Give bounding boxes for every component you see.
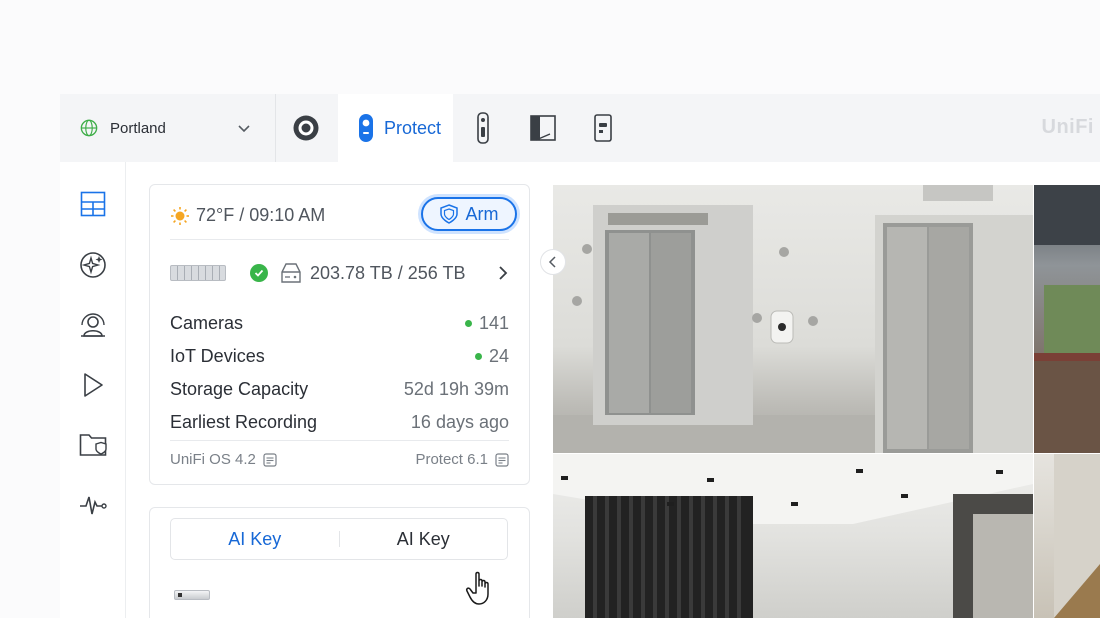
detections-icon — [81, 313, 105, 337]
stats-list: Cameras 141 IoT Devices 24 Storage Capac… — [170, 307, 509, 439]
intercom-icon — [594, 114, 612, 142]
ai-key-segmented-control: AI Key AI Key — [170, 518, 508, 560]
sun-icon — [171, 206, 189, 225]
chevron-left-icon — [548, 256, 556, 268]
camera-feed[interactable] — [1034, 454, 1100, 618]
os-version-link[interactable]: UniFi OS 4.2 — [170, 451, 277, 468]
tab-intercom[interactable] — [573, 94, 633, 162]
sidebar-item-ai[interactable] — [76, 248, 110, 282]
divider — [170, 440, 509, 441]
os-version: UniFi OS 4.2 — [170, 451, 256, 468]
release-notes-icon — [495, 452, 509, 467]
camera-image — [553, 185, 1033, 453]
doorbell-icon — [477, 112, 489, 144]
ai-key-option[interactable]: AI Key — [340, 529, 508, 550]
files-icon — [79, 434, 107, 456]
stat-value: 141 — [478, 313, 509, 333]
tab-network[interactable] — [276, 94, 336, 162]
check-icon — [250, 264, 268, 282]
storage-usage: 203.78 TB / 256 TB — [310, 262, 466, 283]
nvr-storage-row[interactable]: 203.78 TB / 256 TB — [170, 259, 509, 287]
stat-value: 24 — [488, 346, 509, 366]
camera-feed[interactable] — [1034, 185, 1100, 453]
ai-key-option[interactable]: AI Key — [171, 529, 339, 550]
hard-drive-icon — [281, 263, 301, 283]
arm-label: Arm — [465, 203, 499, 224]
stat-label: Earliest Recording — [170, 412, 318, 432]
sidebar-item-activity[interactable] — [76, 488, 110, 522]
camera-feed[interactable] — [553, 185, 1033, 453]
ai-sparkle-icon — [80, 252, 106, 278]
stat-label: Storage Capacity — [170, 379, 309, 399]
shield-icon — [439, 204, 458, 224]
online-dot — [464, 320, 472, 327]
app-version-link[interactable]: Protect 6.1 — [415, 451, 509, 468]
camera-feed[interactable] — [553, 454, 1033, 618]
globe-icon — [80, 119, 98, 137]
protect-camera-icon — [359, 114, 373, 142]
site-selector[interactable]: Portland — [60, 94, 276, 162]
stat-value: 52d 19h 39m — [403, 379, 509, 399]
camera-image — [1054, 454, 1100, 618]
hand-cursor-icon — [466, 571, 489, 605]
weather-readout: 72°F / 09:10 AM — [170, 205, 325, 226]
chevron-down-icon — [238, 125, 250, 133]
online-dot — [474, 353, 482, 360]
unifi-logo: UniFi — [1041, 116, 1094, 138]
sidebar-item-playback[interactable] — [76, 368, 110, 402]
playback-icon — [84, 373, 103, 397]
status-card: 72°F / 09:10 AM Arm 203.78 TB / 256 TB C… — [149, 184, 530, 485]
activity-icon — [80, 496, 107, 515]
stat-row-earliest-recording: Earliest Recording 16 days ago — [170, 406, 509, 439]
tab-protect[interactable]: Protect — [338, 94, 454, 162]
access-icon — [530, 115, 556, 141]
sidebar-item-dashboard[interactable] — [76, 187, 110, 221]
stat-label: IoT Devices — [170, 346, 265, 366]
chevron-right-icon — [499, 266, 508, 280]
app-window: Portland Protect UniFi 72°F / 09:10 AM A… — [60, 94, 1100, 618]
ai-key-device-icon — [174, 590, 210, 600]
arm-button[interactable]: Arm — [421, 197, 517, 231]
sidebar-item-files[interactable] — [76, 428, 110, 462]
stat-row-iot: IoT Devices 24 — [170, 340, 509, 373]
divider — [170, 239, 509, 240]
tab-protect-label: Protect — [384, 117, 442, 138]
app-version: Protect 6.1 — [415, 451, 488, 468]
stat-label: Cameras — [170, 313, 244, 333]
sidebar — [60, 162, 126, 618]
dashboard-icon — [80, 191, 106, 217]
weather-text: 72°F / 09:10 AM — [196, 205, 326, 225]
network-icon — [293, 115, 319, 141]
stat-value: 16 days ago — [410, 412, 509, 432]
stat-row-cameras: Cameras 141 — [170, 307, 509, 340]
site-name: Portland — [110, 119, 166, 137]
stat-row-storage-capacity: Storage Capacity 52d 19h 39m — [170, 373, 509, 406]
camera-image — [1034, 185, 1100, 453]
top-bar: Portland Protect UniFi — [60, 94, 1100, 162]
release-notes-icon — [263, 452, 277, 467]
collapse-panel-button[interactable] — [540, 249, 566, 275]
version-row: UniFi OS 4.2 Protect 6.1 — [170, 451, 509, 468]
camera-image — [553, 454, 1033, 618]
tab-access[interactable] — [513, 94, 573, 162]
tab-doorbell[interactable] — [453, 94, 513, 162]
sidebar-item-detections[interactable] — [76, 308, 110, 342]
nvr-device-icon — [170, 265, 226, 281]
